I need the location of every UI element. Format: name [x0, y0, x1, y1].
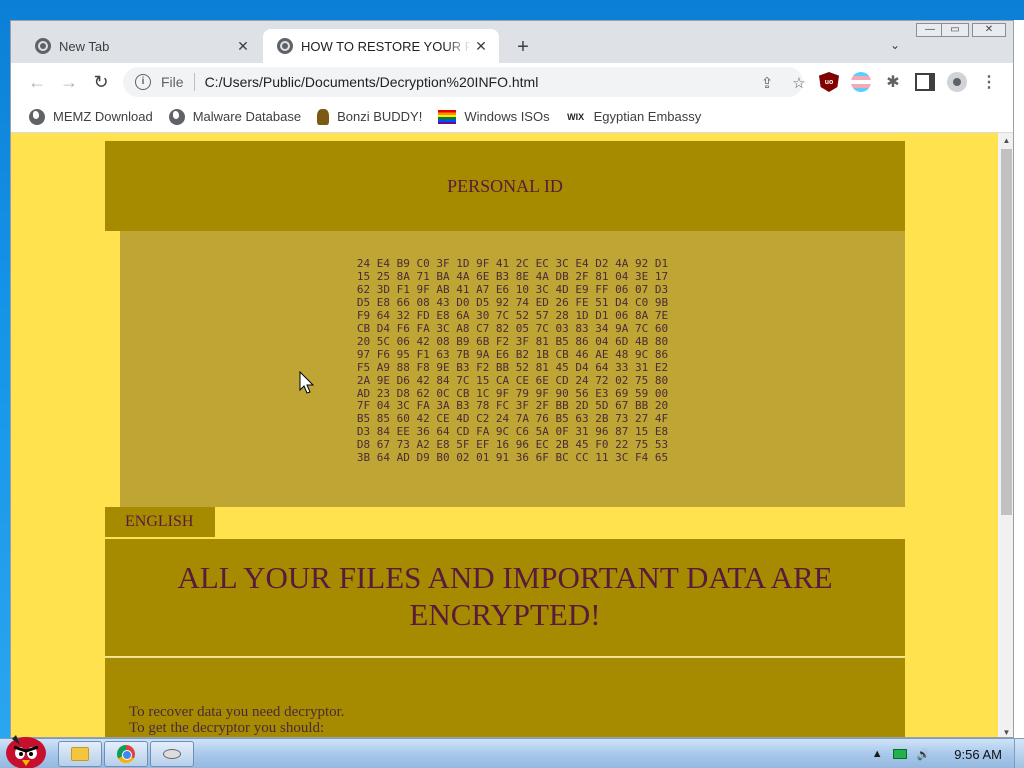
info-icon[interactable]: i: [135, 74, 151, 90]
show-desktop-button[interactable]: [1014, 739, 1024, 768]
close-window-button[interactable]: ✕: [972, 23, 1006, 37]
bookmark-label: Malware Database: [192, 109, 302, 124]
bookmark-label: MEMZ Download: [53, 109, 153, 124]
volume-icon[interactable]: 🔊: [917, 748, 931, 761]
instructions-panel: To recover data you need decryptor. To g…: [105, 658, 905, 737]
headline-panel: ALL YOUR FILES AND IMPORTANT DATA ARE EN…: [105, 539, 905, 657]
taskbar: ▲ 🔊 9:56 AM: [0, 735, 1024, 768]
bookmarks-bar: MEMZ Download Malware Database Bonzi BUD…: [11, 101, 1013, 133]
chrome-icon: [117, 745, 135, 763]
taskbar-app-button[interactable]: [150, 741, 194, 767]
personal-id-header: PERSONAL ID: [105, 141, 905, 231]
tab-title: HOW TO RESTORE YOUR FILES: [301, 38, 471, 54]
reload-icon[interactable]: ↻: [89, 70, 113, 94]
bookmark-label: Egyptian Embassy: [593, 109, 702, 124]
share-icon[interactable]: ⇪: [757, 73, 777, 93]
scroll-thumb[interactable]: [1001, 149, 1012, 515]
system-tray: ▲ 🔊 9:56 AM: [872, 739, 1024, 768]
tab-title: New Tab: [59, 38, 110, 54]
forward-arrow-icon[interactable]: →: [57, 70, 81, 94]
bookmark-star-icon[interactable]: ☆: [789, 73, 809, 93]
side-panel-icon[interactable]: [915, 72, 935, 92]
address-bar[interactable]: i File C:/Users/Public/Documents/Decrypt…: [123, 67, 806, 97]
bookmark-egyptian-embassy[interactable]: WIX Egyptian Embassy: [566, 109, 702, 125]
taskbar-explorer-button[interactable]: [58, 741, 102, 767]
wix-icon: WIX: [567, 111, 585, 122]
rainbow-flag-icon: [438, 109, 457, 124]
extensions-puzzle-icon[interactable]: ✱: [883, 72, 903, 92]
tab-restore-files[interactable]: HOW TO RESTORE YOUR FILES ✕: [263, 29, 499, 63]
ransom-headline: ALL YOUR FILES AND IMPORTANT DATA ARE EN…: [177, 560, 833, 632]
tray-expand-icon[interactable]: ▲: [872, 748, 883, 760]
instructions-line: To recover data you need decryptor.: [129, 704, 345, 720]
globe-favicon-icon: [277, 38, 293, 54]
url-scheme: File: [161, 74, 184, 90]
personal-id-hex: 24 E4 B9 C0 3F 1D 9F 41 2C EC 3C E4 D2 4…: [356, 257, 669, 465]
app-icon: [163, 749, 181, 759]
desktop-edge: [1014, 20, 1024, 738]
tab-new-tab[interactable]: New Tab ✕: [21, 29, 261, 63]
folder-icon: [71, 747, 89, 761]
tab-strip: New Tab ✕ HOW TO RESTORE YOUR FILES ✕ + …: [11, 21, 1013, 63]
browser-toolbar: ← → ↻ i File C:/Users/Public/Documents/D…: [11, 63, 1013, 101]
battery-icon[interactable]: [892, 749, 907, 759]
instructions-text: To recover data you need decryptor. To g…: [129, 704, 889, 736]
scroll-up-arrow-icon[interactable]: ▲: [998, 133, 1013, 147]
ublock-origin-icon[interactable]: uo: [819, 72, 839, 92]
bookmark-bonzi-buddy[interactable]: Bonzi BUDDY!: [317, 108, 423, 125]
close-icon[interactable]: ✕: [233, 36, 253, 56]
profile-avatar-icon[interactable]: [947, 72, 967, 92]
scroll-down-arrow-icon[interactable]: ▼: [998, 725, 1013, 737]
divider: [193, 73, 195, 91]
close-icon[interactable]: ✕: [471, 36, 491, 56]
bookmark-memz-download[interactable]: MEMZ Download: [29, 108, 153, 125]
maximize-button[interactable]: ▭: [941, 23, 969, 37]
tab-search-chevron-icon[interactable]: ⌄: [885, 35, 905, 55]
bookmark-label: Windows ISOs: [464, 109, 550, 124]
personal-id-box: 24 E4 B9 C0 3F 1D 9F 41 2C EC 3C E4 D2 4…: [120, 231, 905, 507]
globe-icon: [29, 108, 45, 125]
back-arrow-icon[interactable]: ←: [25, 70, 49, 94]
bonzi-icon: [317, 108, 330, 125]
start-button-angry-bird-icon[interactable]: [2, 731, 50, 768]
kebab-menu-icon[interactable]: ⋮: [979, 72, 999, 92]
minimize-button[interactable]: —: [916, 23, 944, 37]
extension-flag-icon[interactable]: [851, 72, 871, 92]
globe-icon: [168, 108, 185, 125]
bookmark-windows-isos[interactable]: Windows ISOs: [438, 109, 550, 124]
browser-window: New Tab ✕ HOW TO RESTORE YOUR FILES ✕ + …: [10, 20, 1014, 738]
bookmark-malware-database[interactable]: Malware Database: [168, 108, 302, 125]
language-tab-english[interactable]: ENGLISH: [105, 507, 215, 537]
instructions-line: To get the decryptor you should:: [129, 720, 325, 736]
web-page-content: PERSONAL ID 24 E4 B9 C0 3F 1D 9F 41 2C E…: [11, 133, 998, 737]
taskbar-chrome-button[interactable]: [104, 741, 148, 767]
chrome-favicon-icon: [35, 38, 51, 54]
url-text[interactable]: C:/Users/Public/Documents/Decryption%20I…: [205, 74, 539, 90]
bookmark-label: Bonzi BUDDY!: [337, 109, 423, 124]
new-tab-button[interactable]: +: [511, 35, 535, 59]
clock[interactable]: 9:56 AM: [954, 747, 1002, 762]
vertical-scrollbar[interactable]: ▲ ▼: [998, 133, 1013, 737]
